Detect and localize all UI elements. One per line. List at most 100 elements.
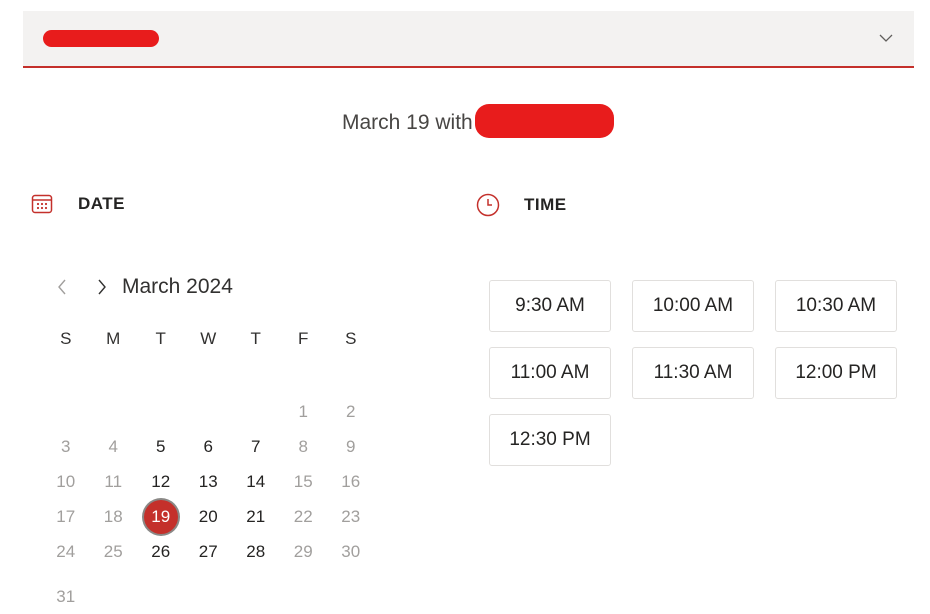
day-number: 11 [104, 472, 123, 491]
time-slot-button[interactable]: 10:30 AM [775, 280, 897, 332]
weekday-header: S [60, 329, 72, 348]
day-number: 7 [251, 437, 261, 456]
empty-day-cell [327, 579, 375, 614]
calendar-day[interactable]: 20 [185, 499, 233, 534]
calendar-day: 9 [327, 429, 375, 464]
calendar-day: 3 [42, 429, 90, 464]
calendar-day[interactable]: 14 [232, 464, 280, 499]
empty-day-cell [137, 579, 185, 614]
month-label: March 2024 [122, 275, 233, 298]
chevron-right-icon [98, 279, 106, 295]
calendar-day[interactable]: 27 [185, 534, 233, 569]
time-slot-button[interactable]: 12:30 PM [489, 414, 611, 466]
calendar-day: 24 [42, 534, 90, 569]
calendar-day[interactable]: 5 [137, 429, 185, 464]
day-number: 18 [103, 507, 123, 526]
day-number: 21 [246, 507, 266, 526]
redacted-heading-name [475, 104, 614, 138]
empty-day-cell [280, 579, 328, 614]
day-number: 20 [198, 507, 218, 526]
empty-day-cell [42, 394, 90, 429]
meeting-select-dropdown[interactable] [23, 11, 914, 68]
day-number: 29 [293, 542, 313, 561]
calendar-day: 25 [90, 534, 138, 569]
calendar-day[interactable]: 6 [185, 429, 233, 464]
redacted-select-value [43, 30, 159, 47]
previous-month-button[interactable] [52, 274, 72, 300]
day-number: 9 [346, 437, 356, 456]
calendar-day: 18 [90, 499, 138, 534]
calendar-day: 17 [42, 499, 90, 534]
calendar-day: 2 [327, 394, 375, 429]
calendar-day: 29 [280, 534, 328, 569]
weekday-header: T [250, 329, 261, 348]
date-section-header: DATE [31, 193, 125, 215]
day-number: 28 [246, 542, 266, 561]
day-number: 5 [156, 437, 166, 456]
next-month-button[interactable] [92, 274, 112, 300]
time-slot-button[interactable]: 11:00 AM [489, 347, 611, 399]
empty-day-cell [137, 394, 185, 429]
page-heading: March 19 with [342, 111, 473, 134]
time-slot-button[interactable]: 11:30 AM [632, 347, 754, 399]
day-number: 23 [341, 507, 361, 526]
calendar-day[interactable]: 21 [232, 499, 280, 534]
calendar-day: 22 [280, 499, 328, 534]
calendar-day: 15 [280, 464, 328, 499]
day-number: 10 [56, 472, 76, 491]
day-number: 27 [198, 542, 218, 561]
calendar-navigation: March 2024 [52, 274, 233, 300]
calendar-day[interactable]: 12 [137, 464, 185, 499]
calendar-day: 23 [327, 499, 375, 534]
calendar-day[interactable]: 13 [185, 464, 233, 499]
calendar-day: 31 [42, 579, 90, 614]
day-number: 2 [346, 402, 356, 421]
calendar-day[interactable]: 28 [232, 534, 280, 569]
weekday-header: M [106, 329, 121, 348]
time-slot-button[interactable]: 10:00 AM [632, 280, 754, 332]
date-section-label: DATE [78, 194, 126, 213]
time-section-label: TIME [524, 195, 567, 214]
calendar-day[interactable]: 7 [232, 429, 280, 464]
chevron-down-icon [879, 34, 893, 42]
calendar-day: 1 [280, 394, 328, 429]
empty-day-cell [232, 394, 280, 429]
day-number: 4 [108, 437, 118, 456]
day-number: 22 [293, 507, 313, 526]
day-number: 31 [56, 587, 76, 606]
clock-icon [476, 193, 500, 217]
day-number: 3 [61, 437, 71, 456]
calendar-icon [31, 194, 53, 214]
day-number: 6 [203, 437, 213, 456]
day-number: 25 [103, 542, 123, 561]
weekday-header: W [200, 329, 217, 348]
weekday-header: F [298, 329, 309, 348]
calendar-day: 11 [90, 464, 138, 499]
calendar-grid: S M T W T F S 1 2 3 4 5 6 7 8 9 10 11 12 13 14 15 16 17 18 19 20 21… [42, 324, 375, 606]
day-number: 16 [341, 472, 361, 491]
selected-day[interactable]: 19 [137, 499, 185, 534]
empty-day-cell [232, 579, 280, 614]
calendar-day[interactable]: 26 [137, 534, 185, 569]
day-number: 14 [246, 472, 266, 491]
day-number: 8 [298, 437, 308, 456]
calendar-day: 4 [90, 429, 138, 464]
day-number: 1 [298, 402, 308, 421]
weekday-header: T [155, 329, 166, 348]
calendar-day: 10 [42, 464, 90, 499]
weekday-header: S [345, 329, 357, 348]
empty-day-cell [90, 579, 138, 614]
time-section-header: TIME [476, 193, 567, 217]
day-number: 13 [198, 472, 218, 491]
time-slot-button[interactable]: 12:00 PM [775, 347, 897, 399]
empty-day-cell [90, 394, 138, 429]
time-slot-button[interactable]: 9:30 AM [489, 280, 611, 332]
day-number: 15 [293, 472, 313, 491]
calendar-day: 16 [327, 464, 375, 499]
calendar-day: 30 [327, 534, 375, 569]
